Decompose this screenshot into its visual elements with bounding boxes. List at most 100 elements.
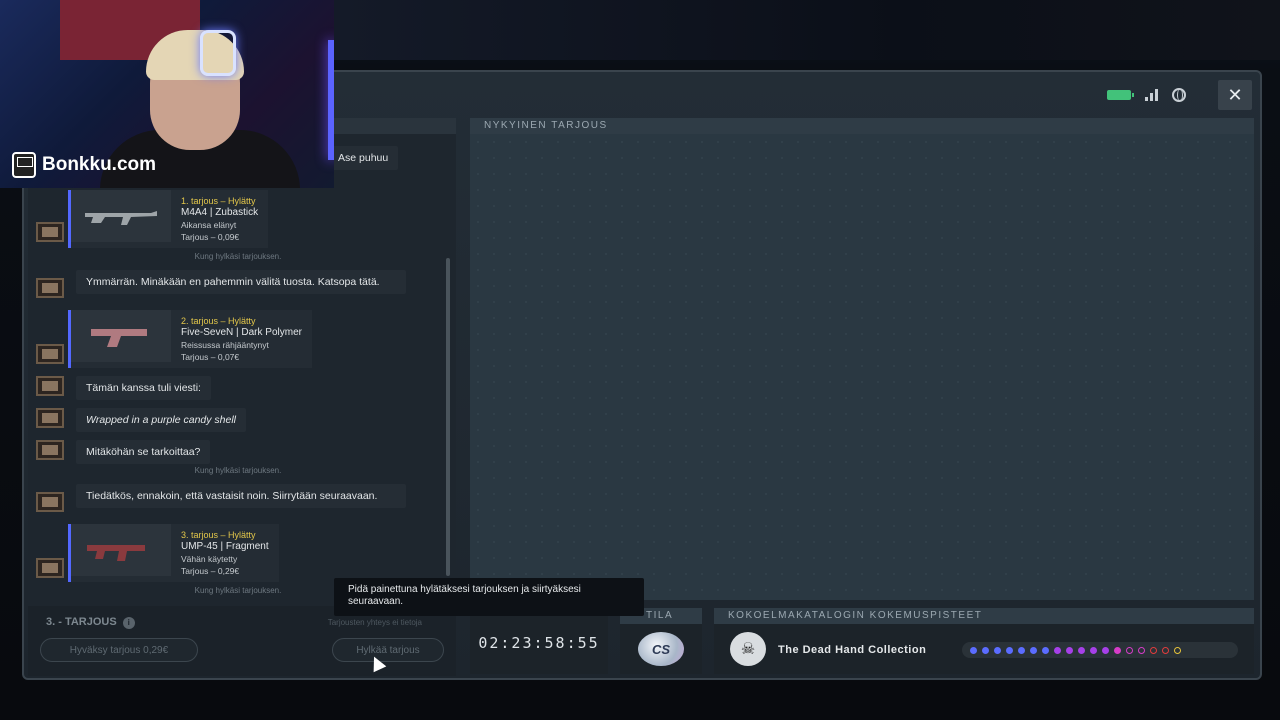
xp-dot bbox=[982, 646, 989, 654]
xp-dot bbox=[1042, 646, 1049, 654]
xp-dot bbox=[1126, 646, 1133, 654]
offer-item-name: UMP-45 | Fragment bbox=[181, 541, 269, 552]
xp-dot bbox=[1174, 646, 1181, 654]
offer-card[interactable]: 1. tarjous – Hylätty M4A4 | Zubastick Ai… bbox=[68, 190, 269, 248]
message-bubble: Mitäköhän se tarkoittaa? bbox=[76, 440, 211, 464]
offer-item-name: Five-SeveN | Dark Polymer bbox=[181, 327, 302, 338]
xp-dot bbox=[1006, 646, 1013, 654]
screen: ✕ Ase puhuu 1. tarjous – Hylätty M4A4 | … bbox=[0, 0, 1280, 720]
offer-status: 3. tarjous – Hylätty bbox=[181, 530, 256, 540]
weapon-image bbox=[71, 190, 171, 242]
cs-logo-icon: CS bbox=[638, 632, 684, 666]
offer-status: 2. tarjous – Hylätty bbox=[181, 316, 256, 326]
list-item bbox=[36, 222, 64, 242]
accept-offer-button[interactable]: Hyväksy tarjous 0,29€ bbox=[40, 638, 198, 662]
xp-title: KOKOELMAKATALOGIN KOKEMUSPISTEET bbox=[714, 608, 1254, 624]
xp-dot bbox=[970, 646, 977, 654]
current-offer-title: NYKYINEN TARJOUS bbox=[470, 118, 1254, 134]
timer-box: 02:23:58:55 bbox=[470, 612, 608, 674]
xp-dot bbox=[1150, 646, 1157, 654]
system-note: Kung hylkäsi tarjouksen. bbox=[194, 252, 282, 261]
avatar bbox=[36, 492, 64, 512]
avatar bbox=[36, 376, 64, 396]
list-item: Ymmärrän. Minäkään en pahemmin välitä tu… bbox=[36, 270, 406, 298]
state-box: TILA CS bbox=[620, 608, 702, 674]
offer-card[interactable]: 2. tarjous – Hylätty Five-SeveN | Dark P… bbox=[68, 310, 312, 368]
neon-sign-icon bbox=[200, 30, 236, 76]
close-button[interactable]: ✕ bbox=[1218, 80, 1252, 110]
offer-price: Tarjous – 0,29€ bbox=[181, 566, 240, 576]
reject-offer-button[interactable]: Hylkää tarjous bbox=[332, 638, 444, 662]
collection-name: The Dead Hand Collection bbox=[778, 644, 927, 656]
xp-dot bbox=[1066, 646, 1073, 654]
xp-dot bbox=[1114, 646, 1121, 654]
offer-card[interactable]: 3. tarjous – Hylätty UMP-45 | Fragment V… bbox=[68, 524, 279, 582]
message-bubble: Tämän kanssa tuli viesti: bbox=[76, 376, 211, 400]
message-bubble: Tiedätkös, ennakoin, että vastaisit noin… bbox=[76, 484, 406, 508]
offer-count-label: 3. - TARJOUS bbox=[46, 616, 117, 628]
avatar bbox=[36, 440, 64, 460]
led-strip bbox=[328, 40, 334, 160]
avatar bbox=[36, 558, 64, 578]
current-offer-panel: NYKYINEN TARJOUS bbox=[470, 118, 1254, 600]
tooltip: Pidä painettuna hylätäksesi tarjouksen j… bbox=[334, 578, 644, 616]
xp-dot bbox=[1090, 646, 1097, 654]
globe-icon bbox=[1172, 88, 1186, 102]
rifle-icon bbox=[85, 211, 157, 225]
message-bubble: Ymmärrän. Minäkään en pahemmin välitä tu… bbox=[76, 270, 406, 294]
brand-watermark: Bonkku.com bbox=[12, 152, 156, 178]
xp-dot bbox=[1138, 646, 1145, 654]
list-item: Wrapped in a purple candy shell bbox=[36, 408, 247, 432]
offer-hint: Tarjousten yhteys ei tietoja bbox=[327, 618, 422, 627]
offer-condition: Reissussa rähjääntynyt bbox=[181, 340, 269, 350]
offer-status: 1. tarjous – Hylätty bbox=[181, 196, 256, 206]
xp-dot bbox=[1018, 646, 1025, 654]
weapon-image bbox=[71, 310, 171, 362]
chat-footer: 3. - TARJOUS i Tarjousten yhteys ei tieto… bbox=[28, 606, 456, 676]
pistol-icon bbox=[91, 329, 147, 347]
xp-box: KOKOELMAKATALOGIN KOKEMUSPISTEET ☠ The D… bbox=[714, 608, 1254, 674]
offer-info: 2. tarjous – Hylätty Five-SeveN | Dark P… bbox=[171, 310, 312, 368]
xp-dot bbox=[1078, 646, 1085, 654]
list-item bbox=[36, 344, 64, 364]
avatar bbox=[36, 408, 64, 428]
xp-dot bbox=[1054, 646, 1061, 654]
xp-dot bbox=[1102, 646, 1109, 654]
message-bubble: Wrapped in a purple candy shell bbox=[76, 408, 247, 432]
info-icon[interactable]: i bbox=[122, 617, 135, 629]
signal-icon bbox=[1145, 89, 1158, 101]
offer-condition: Aikansa elänyt bbox=[181, 220, 237, 230]
offer-price: Tarjous – 0,07€ bbox=[181, 352, 240, 362]
offer-price: Tarjous – 0,09€ bbox=[181, 232, 240, 242]
weapon-image bbox=[71, 524, 171, 576]
slot-machine-icon bbox=[12, 152, 36, 178]
offer-info: 1. tarjous – Hylätty M4A4 | Zubastick Ai… bbox=[171, 190, 268, 248]
xp-progress-dots bbox=[962, 642, 1238, 658]
xp-dot bbox=[1162, 646, 1169, 654]
xp-dot bbox=[994, 646, 1001, 654]
webcam-overlay: Bonkku.com bbox=[0, 0, 334, 188]
list-item: Mitäköhän se tarkoittaa? bbox=[36, 440, 211, 464]
countdown-timer: 02:23:58:55 bbox=[478, 634, 600, 652]
background-top bbox=[330, 0, 1280, 60]
brand-text: Bonkku.com bbox=[42, 154, 157, 175]
smg-icon bbox=[87, 545, 145, 561]
offer-item-name: M4A4 | Zubastick bbox=[181, 207, 259, 218]
message-bubble: Ase puhuu bbox=[328, 146, 399, 170]
offer-count: 3. - TARJOUS i bbox=[46, 616, 135, 629]
xp-dot bbox=[1030, 646, 1037, 654]
avatar bbox=[36, 222, 64, 242]
list-item: Tämän kanssa tuli viesti: bbox=[36, 376, 211, 400]
list-item: Ase puhuu bbox=[328, 146, 399, 170]
avatar bbox=[36, 344, 64, 364]
system-note: Kung hylkäsi tarjouksen. bbox=[194, 466, 282, 475]
chat-scrollbar[interactable] bbox=[446, 258, 450, 576]
skull-icon: ☠ bbox=[730, 632, 766, 666]
status-icons bbox=[1107, 88, 1186, 102]
offer-info: 3. tarjous – Hylätty UMP-45 | Fragment V… bbox=[171, 524, 279, 582]
list-item bbox=[36, 558, 64, 578]
battery-icon bbox=[1107, 90, 1134, 100]
avatar bbox=[36, 278, 64, 298]
offer-condition: Vähän käytetty bbox=[181, 554, 238, 564]
list-item: Tiedätkös, ennakoin, että vastaisit noin… bbox=[36, 484, 406, 512]
